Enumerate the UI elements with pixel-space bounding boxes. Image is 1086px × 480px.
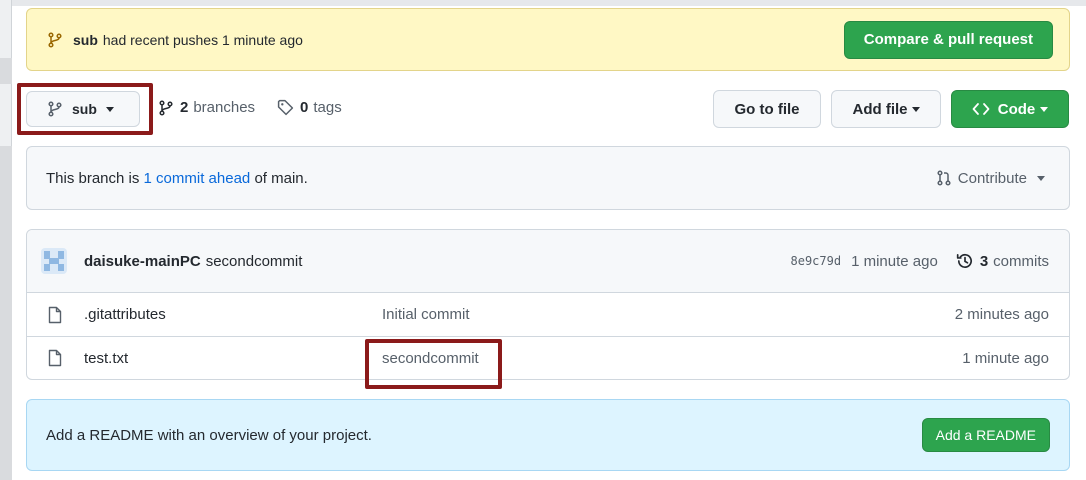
readme-prompt-text: Add a README with an overview of your pr… [46, 426, 372, 444]
chevron-down-icon [911, 106, 920, 112]
file-icon [48, 306, 62, 323]
latest-commit-header: daisuke-mainPC secondcommit 8e9c79d 1 mi… [27, 230, 1069, 293]
branch-toolbar: sub 2 branches 0 tags Go to file Add fil… [17, 83, 1070, 135]
chevron-down-icon [1040, 106, 1049, 112]
branch-ahead-notice: This branch is 1 commit ahead of main. C… [26, 146, 1070, 210]
readme-prompt: Add a README with an overview of your pr… [26, 399, 1070, 471]
file-name[interactable]: test.txt [84, 350, 382, 367]
code-button-label: Code [997, 100, 1036, 118]
commit-author[interactable]: daisuke-mainPC [84, 253, 201, 270]
edge-panel-middle [0, 84, 12, 146]
commit-sha[interactable]: 8e9c79d [791, 254, 842, 268]
commits-count: 3 [979, 252, 989, 270]
code-button[interactable]: Code [951, 90, 1069, 128]
branch-selector-label: sub [72, 101, 97, 117]
recent-pushes-text: had recent pushes 1 minute ago [102, 31, 303, 48]
table-row: test.txt secondcommit 1 minute ago [27, 336, 1069, 389]
branches-count: 2 [180, 99, 189, 116]
go-to-file-button[interactable]: Go to file [713, 90, 821, 128]
tags-label: tags [313, 99, 342, 116]
file-commit-age: 2 minutes ago [954, 306, 1049, 323]
file-browser: daisuke-mainPC secondcommit 8e9c79d 1 mi… [26, 229, 1070, 389]
git-branch-icon [159, 99, 173, 116]
contribute-label: Contribute [957, 169, 1027, 187]
chevron-down-icon [1037, 175, 1045, 181]
branch-selector-button[interactable]: sub [26, 91, 140, 127]
contribute-dropdown[interactable]: Contribute [936, 170, 1045, 187]
commits-ahead-link[interactable]: 1 commit ahead [144, 170, 251, 187]
tag-icon [277, 99, 294, 116]
edge-panel-top [0, 0, 12, 58]
go-to-file-label: Go to file [734, 100, 800, 118]
git-branch-icon [48, 101, 62, 117]
ahead-prefix: This branch is [46, 169, 140, 187]
git-branch-icon [48, 31, 62, 48]
file-commit-message[interactable]: secondcommit [382, 350, 479, 367]
pull-request-icon [937, 170, 951, 186]
table-row: .gitattributes Initial commit 2 minutes … [27, 293, 1069, 336]
add-file-button[interactable]: Add file [831, 90, 941, 128]
pushed-branch-name[interactable]: sub [73, 32, 98, 48]
top-strip [12, 0, 1086, 6]
file-commit-message[interactable]: Initial commit [382, 306, 470, 323]
left-window-edge [0, 0, 12, 480]
chevron-down-icon [105, 106, 114, 112]
compare-pull-request-button[interactable]: Compare & pull request [843, 20, 1053, 59]
recent-pushes-banner: sub had recent pushes 1 minute ago Compa… [26, 8, 1070, 71]
commit-age: 1 minute ago [851, 252, 938, 270]
history-icon [956, 253, 972, 268]
commits-label: commits [993, 252, 1049, 270]
commits-history-link[interactable]: 3 commits [956, 252, 1049, 270]
tags-link[interactable]: 0 tags [277, 99, 342, 116]
commit-meta: 8e9c79d 1 minute ago 3 commits [791, 252, 1050, 270]
branches-link[interactable]: 2 branches [158, 99, 255, 116]
avatar[interactable] [41, 248, 67, 274]
file-icon [48, 349, 62, 367]
tags-count: 0 [300, 99, 309, 116]
add-readme-button[interactable]: Add a README [921, 418, 1050, 452]
add-file-label: Add file [852, 100, 908, 118]
branches-label: branches [193, 99, 256, 116]
file-name[interactable]: .gitattributes [84, 306, 382, 323]
code-icon [972, 103, 990, 115]
file-commit-age: 1 minute ago [962, 349, 1049, 367]
commit-message[interactable]: secondcommit [206, 253, 303, 270]
ahead-suffix: of main. [254, 169, 308, 187]
